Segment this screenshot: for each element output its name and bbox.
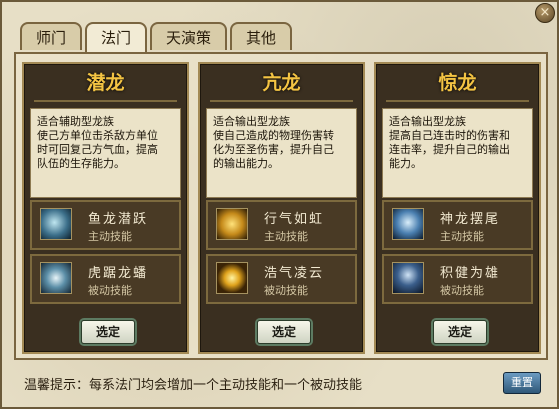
title-divider xyxy=(386,100,529,102)
skill-kind: 主动技能 xyxy=(88,230,132,243)
skill-kind: 主动技能 xyxy=(440,230,484,243)
skill-slot[interactable]: 鱼龙潜跃 主动技能 xyxy=(30,200,181,250)
column-description: 适合输出型龙族 使自己造成的物理伤害转 化为至圣伤害，提升自己 的输出能力。 xyxy=(206,108,357,198)
desc-line: 适合输出型龙族 xyxy=(213,115,290,128)
dragon-splash-icon xyxy=(40,208,72,240)
skill-name: 鱼龙潜跃 xyxy=(88,212,149,227)
tab-tianyance[interactable]: 天演策 xyxy=(150,22,228,50)
column-jinglong: 惊龙 适合输出型龙族 提高自己连击时的伤害和 连击率，提升自己的输出 能力。 神… xyxy=(374,62,541,354)
skill-slot[interactable]: 浩气凌云 被动技能 xyxy=(206,254,357,304)
tab-shimen[interactable]: 师门 xyxy=(20,22,83,50)
desc-line: 使自己造成的物理伤害转 xyxy=(213,129,334,142)
skill-name: 行气如虹 xyxy=(264,212,325,227)
footer-tip: 温馨提示：每系法门均会增加一个主动技能和一个被动技能 xyxy=(24,378,363,393)
column-description: 适合输出型龙族 提高自己连击时的伤害和 连击率，提升自己的输出 能力。 xyxy=(382,108,533,198)
column-kanglong: 亢龙 适合输出型龙族 使自己造成的物理伤害转 化为至圣伤害，提升自己 的输出能力… xyxy=(198,62,365,354)
skill-name: 积健为雄 xyxy=(440,266,501,281)
column-qianlong: 潜龙 适合辅助型龙族 使己方单位击杀敌方单位 时可回复己方气血，提高 队伍的生存… xyxy=(22,62,189,354)
desc-line: 能力。 xyxy=(389,157,422,170)
desc-line: 队伍的生存能力。 xyxy=(37,157,125,170)
skill-window: × 师门 法门 天演策 其他 潜龙 适合辅助型龙族 使己方单位击杀敌方单位 时可… xyxy=(0,0,559,409)
skill-name: 神龙摆尾 xyxy=(440,212,501,227)
desc-line: 的输出能力。 xyxy=(213,157,279,170)
skill-name: 虎踞龙蟠 xyxy=(88,266,149,281)
golden-dragon-icon xyxy=(216,208,248,240)
column-title: 潜龙 xyxy=(86,72,125,94)
skill-kind: 被动技能 xyxy=(88,284,132,297)
title-divider xyxy=(34,100,177,102)
tab-qita[interactable]: 其他 xyxy=(230,22,293,50)
golden-swirl-icon xyxy=(216,262,248,294)
blue-dragon-icon xyxy=(392,208,424,240)
desc-line: 使己方单位击杀敌方单位 xyxy=(37,129,158,142)
close-button[interactable]: × xyxy=(535,3,555,23)
warrior-icon xyxy=(392,262,424,294)
desc-line: 连击率，提升自己的输出 xyxy=(389,143,510,156)
desc-line: 适合辅助型龙族 xyxy=(37,115,114,128)
select-button[interactable]: 选定 xyxy=(433,320,487,344)
desc-line: 适合输出型龙族 xyxy=(389,115,466,128)
tab-famen[interactable]: 法门 xyxy=(85,22,148,53)
skill-slot[interactable]: 虎踞龙蟠 被动技能 xyxy=(30,254,181,304)
coiled-dragon-icon xyxy=(40,262,72,294)
select-button[interactable]: 选定 xyxy=(81,320,135,344)
column-description: 适合辅助型龙族 使己方单位击杀敌方单位 时可回复己方气血，提高 队伍的生存能力。 xyxy=(30,108,181,198)
desc-line: 时可回复己方气血，提高 xyxy=(37,143,158,156)
skill-slot[interactable]: 行气如虹 主动技能 xyxy=(206,200,357,250)
column-title: 亢龙 xyxy=(262,72,301,94)
skill-kind: 被动技能 xyxy=(264,284,308,297)
skill-kind: 被动技能 xyxy=(440,284,484,297)
desc-line: 提高自己连击时的伤害和 xyxy=(389,129,510,142)
skill-slot[interactable]: 神龙摆尾 主动技能 xyxy=(382,200,533,250)
title-divider xyxy=(210,100,353,102)
column-title: 惊龙 xyxy=(438,72,477,94)
desc-line: 化为至圣伤害，提升自己 xyxy=(213,143,334,156)
skill-name: 浩气凌云 xyxy=(264,266,325,281)
reset-button[interactable]: 重置 xyxy=(503,372,541,394)
select-button[interactable]: 选定 xyxy=(257,320,311,344)
tab-bar: 师门 法门 天演策 其他 xyxy=(20,22,293,53)
skill-slot[interactable]: 积健为雄 被动技能 xyxy=(382,254,533,304)
skill-kind: 主动技能 xyxy=(264,230,308,243)
